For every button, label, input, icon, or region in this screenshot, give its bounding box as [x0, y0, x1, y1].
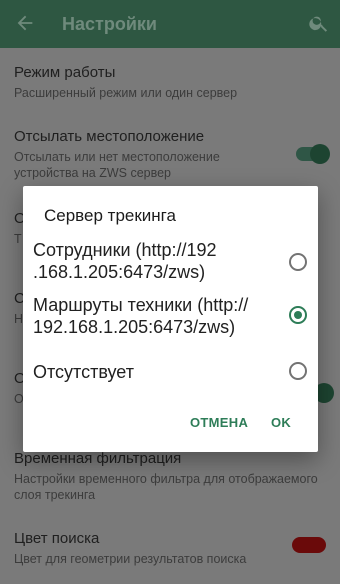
option-employees[interactable]: Сотрудники (http://192 .168.1.205:6473/z… [33, 239, 313, 285]
cancel-button[interactable]: ОТМЕНА [190, 415, 248, 430]
send-location-switch[interactable] [296, 144, 330, 164]
pref-summary: Цвет для геометрии результатов поиска [14, 552, 247, 566]
page-title: Настройки [62, 14, 157, 34]
pref-work-mode[interactable]: Режим работы Расширенный режим или один … [14, 64, 324, 101]
pref-title: Отсылать местоположение [14, 128, 205, 145]
ok-button[interactable]: OK [271, 415, 291, 430]
search-color-swatch[interactable] [292, 537, 326, 553]
pref-title: Режим работы [14, 64, 116, 81]
pref-time-filter[interactable]: Временная фильтрация Настройки временног… [14, 450, 324, 503]
option-label-line: Сотрудники (http://192 [33, 240, 217, 260]
option-label-line: Маршруты техники (http:// [33, 295, 249, 315]
tracking-server-dialog: Сервер трекинга Сотрудники (http://192 .… [23, 186, 318, 452]
option-label-line: 192.168.1.205:6473/zws) [33, 317, 236, 337]
arrow-left-icon[interactable] [14, 12, 36, 34]
app-bar: Настройки [0, 0, 340, 48]
pref-title: Временная фильтрация [14, 450, 182, 467]
option-label: Маршруты техники (http:// 192.168.1.205:… [33, 294, 283, 338]
dialog-title: Сервер трекинга [44, 206, 176, 225]
radio-button[interactable] [289, 362, 307, 380]
pref-summary: Отсылать или нет местоположение устройст… [14, 150, 220, 180]
pref-send-location[interactable]: Отсылать местоположение Отсылать или нет… [14, 128, 284, 181]
option-vehicle-routes[interactable]: Маршруты техники (http:// 192.168.1.205:… [33, 294, 313, 340]
pref-summary: Расширенный режим или один сервер [14, 86, 238, 100]
pref-title: Цвет поиска [14, 530, 100, 547]
search-icon[interactable] [308, 12, 330, 34]
pref-summary: Настройки временного фильтра для отображ… [14, 472, 318, 502]
option-none[interactable]: Отсутствует [33, 361, 313, 385]
radio-button-checked[interactable] [289, 306, 307, 324]
option-label: Сотрудники (http://192 .168.1.205:6473/z… [33, 239, 283, 283]
option-label: Отсутствует [33, 362, 134, 382]
option-label-line: .168.1.205:6473/zws) [33, 262, 206, 282]
pref-search-color[interactable]: Цвет поиска Цвет для геометрии результат… [14, 530, 284, 567]
radio-button[interactable] [289, 253, 307, 271]
